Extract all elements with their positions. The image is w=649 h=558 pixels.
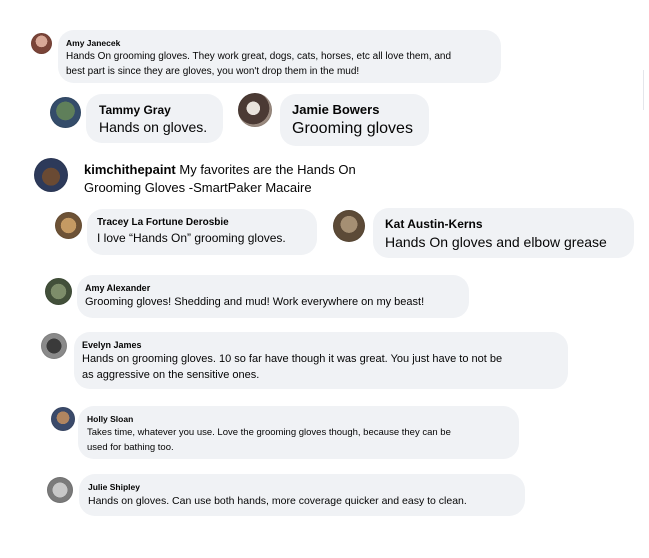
- commenter-name[interactable]: Amy Alexander: [85, 282, 461, 294]
- comment-text: Takes time, whatever you use. Love the g…: [87, 427, 451, 438]
- comment-text: Hands On gloves and elbow grease: [385, 234, 607, 250]
- comment-text: Grooming gloves: [292, 120, 413, 137]
- commenter-name[interactable]: Kat Austin-Kerns: [385, 217, 622, 232]
- comment-bubble: Amy Alexander Grooming gloves! Shedding …: [77, 275, 469, 318]
- commenter-name[interactable]: Evelyn James: [82, 339, 560, 351]
- avatar[interactable]: [34, 158, 68, 192]
- comment-text: as aggressive on the sensitive ones.: [82, 369, 260, 381]
- comment-text: Hands on grooming gloves. 10 so far have…: [82, 353, 503, 365]
- comment-text: Grooming Gloves -SmartPaker Macaire: [84, 180, 312, 195]
- comment-bubble: Amy Janecek Hands On grooming gloves. Th…: [58, 30, 501, 83]
- edge-divider: [643, 70, 644, 110]
- commenter-name[interactable]: Jamie Bowers: [292, 102, 417, 118]
- comment-bubble: Evelyn James Hands on grooming gloves. 1…: [74, 332, 568, 389]
- commenter-name[interactable]: Julie Shipley: [88, 481, 517, 493]
- avatar[interactable]: [47, 477, 73, 503]
- avatar[interactable]: [31, 33, 52, 54]
- avatar[interactable]: [50, 97, 81, 128]
- comment-text: My favorites are the Hands On: [179, 162, 356, 177]
- avatar[interactable]: [333, 210, 365, 242]
- comment-bubble: Tammy Gray Hands on gloves.: [86, 94, 223, 143]
- comment-text: I love “Hands On” grooming gloves.: [97, 231, 286, 245]
- comment-bubble: Jamie Bowers Grooming gloves: [280, 94, 429, 146]
- commenter-name[interactable]: Tammy Gray: [99, 103, 211, 118]
- avatar[interactable]: [41, 333, 67, 359]
- comment-text: best part is since they are gloves, you …: [66, 66, 360, 77]
- comment-line: kimchithepaint My favorites are the Hand…: [84, 161, 356, 179]
- commenter-name[interactable]: Amy Janecek: [66, 37, 493, 49]
- comment-text: used for bathing too.: [87, 442, 174, 453]
- commenter-name[interactable]: kimchithepaint: [84, 162, 176, 177]
- commenter-name[interactable]: Holly Sloan: [87, 413, 510, 425]
- comment-bubble: Tracey La Fortune Derosbie I love “Hands…: [87, 209, 317, 255]
- comment-text: Hands On grooming gloves. They work grea…: [66, 51, 452, 62]
- comment-text: Hands on gloves.: [99, 119, 208, 135]
- avatar[interactable]: [238, 93, 272, 127]
- avatar[interactable]: [55, 212, 82, 239]
- comment-bubble: Holly Sloan Takes time, whatever you use…: [78, 406, 519, 459]
- comment-text: Hands on gloves. Can use both hands, mor…: [88, 495, 467, 507]
- avatar[interactable]: [51, 407, 75, 431]
- comment-bubble: Kat Austin-Kerns Hands On gloves and elb…: [373, 208, 634, 258]
- comment-text: Grooming gloves! Shedding and mud! Work …: [85, 296, 425, 308]
- avatar[interactable]: [45, 278, 72, 305]
- commenter-name[interactable]: Tracey La Fortune Derosbie: [97, 216, 307, 230]
- comment-bubble: Julie Shipley Hands on gloves. Can use b…: [79, 474, 525, 516]
